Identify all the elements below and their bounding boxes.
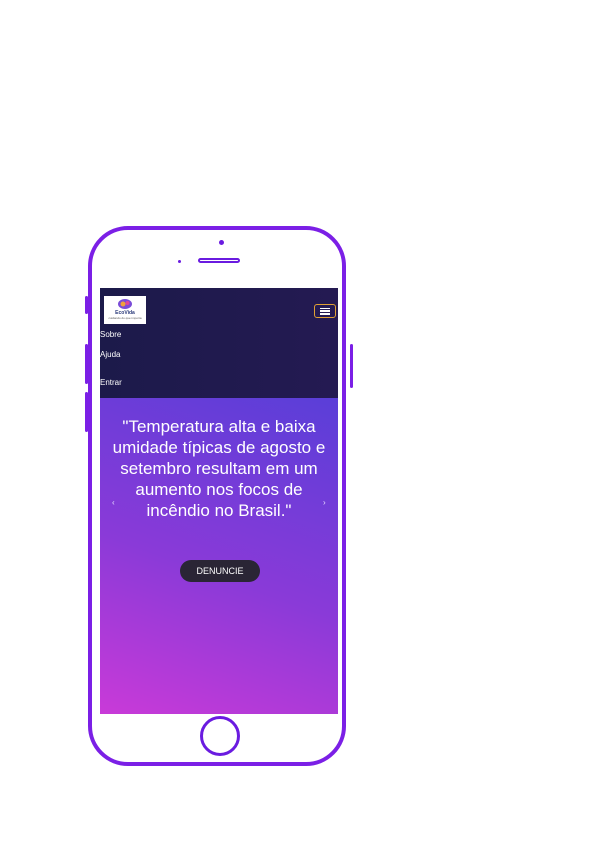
phone-side-button-silent	[85, 296, 88, 314]
menu-toggle-button[interactable]	[314, 304, 336, 318]
nav-link-sobre[interactable]: Sobre	[100, 330, 121, 340]
earpiece-speaker-icon	[198, 258, 240, 263]
proximity-sensor-icon	[178, 260, 181, 263]
phone-side-button-volume-down	[85, 392, 88, 432]
brand-logo[interactable]: EcoVida cuidando do que importa	[104, 296, 146, 324]
carousel-next-icon[interactable]: ›	[323, 498, 326, 508]
carousel-prev-icon[interactable]: ‹	[112, 498, 115, 508]
hero-quote: "Temperatura alta e baixa umidade típica…	[112, 417, 326, 520]
logo-icon	[118, 299, 132, 309]
nav-link-ajuda[interactable]: Ajuda	[100, 350, 120, 360]
phone-screen: EcoVida cuidando do que importa Sobre Aj…	[100, 288, 338, 714]
nav-link-entrar[interactable]: Entrar	[100, 378, 122, 388]
phone-side-button-power	[350, 344, 353, 388]
logo-tagline: cuidando do que importa	[108, 316, 142, 320]
navbar: EcoVida cuidando do que importa Sobre Aj…	[100, 288, 338, 398]
front-camera-icon	[219, 240, 224, 245]
denuncie-button[interactable]: DENUNCIE	[180, 560, 260, 582]
home-button-icon[interactable]	[200, 716, 240, 756]
hamburger-icon	[320, 307, 330, 315]
hero-carousel: "Temperatura alta e baixa umidade típica…	[100, 398, 338, 714]
phone-side-button-volume-up	[85, 344, 88, 384]
phone-mockup: EcoVida cuidando do que importa Sobre Aj…	[85, 226, 353, 766]
